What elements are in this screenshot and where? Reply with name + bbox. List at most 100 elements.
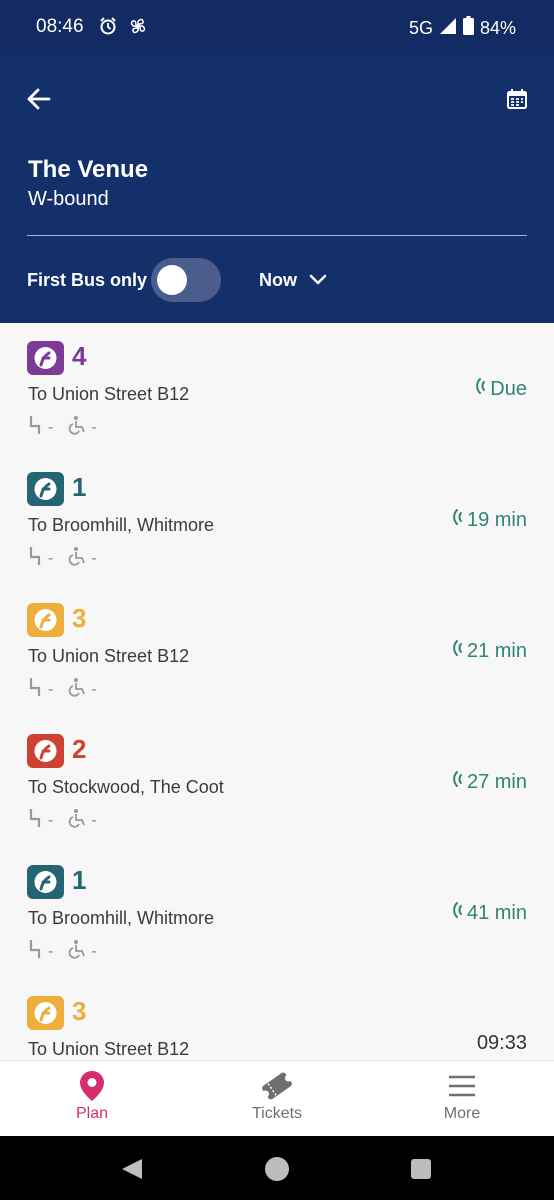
eta-text: 19 min	[466, 508, 527, 531]
amenities: --	[28, 415, 97, 440]
route-destination: To Stockwood, The Coot	[28, 777, 224, 797]
system-home-icon[interactable]	[264, 1156, 290, 1187]
first-bus-only-toggle[interactable]	[151, 258, 221, 302]
live-tracking-icon	[451, 508, 463, 532]
departure-row[interactable]: 1 To Broomhill, Whitmore - -41 min	[0, 847, 554, 978]
departure-row[interactable]: 1 To Broomhill, Whitmore - -19 min	[0, 454, 554, 585]
route-number: 1	[72, 865, 87, 895]
departure-eta: 21 min	[451, 639, 527, 663]
wheelchair-icon	[67, 546, 87, 571]
calendar-icon	[506, 89, 528, 114]
system-recents-icon[interactable]	[410, 1158, 432, 1185]
operator-logo-icon	[27, 734, 64, 768]
operator-logo-icon	[27, 603, 64, 637]
bottom-navigation: Plan Tickets More	[0, 1060, 554, 1136]
route-number: 1	[72, 472, 87, 502]
amenities: --	[28, 546, 97, 571]
toggle-knob	[157, 265, 187, 295]
nav-plan-label: Plan	[75, 1105, 109, 1122]
menu-icon	[448, 1074, 476, 1103]
time-selector-value: Now	[259, 270, 297, 290]
status-time: 08:46	[36, 16, 84, 37]
seat-icon	[28, 808, 44, 833]
amenities: --	[28, 677, 97, 702]
seat-availability: -	[48, 680, 54, 698]
network-label: 5G	[408, 17, 433, 38]
map-pin-icon	[79, 1070, 105, 1107]
departure-row[interactable]: 3To Union Street B12--09:33	[0, 978, 554, 1060]
nav-more-label: More	[443, 1105, 481, 1122]
alarm-icon	[98, 16, 118, 41]
route-destination: To Broomhill, Whitmore	[28, 908, 215, 928]
route-destination: To Broomhill, Whitmore	[28, 515, 215, 535]
departures-list[interactable]: 4 To Union Street B12- - Due 1 To Broomhill, …	[0, 323, 554, 1060]
ticket-icon	[259, 1070, 295, 1107]
fan-icon	[128, 16, 148, 41]
stop-direction: W-bound	[28, 188, 109, 210]
nav-tickets[interactable]: Tickets	[217, 1071, 337, 1123]
departure-eta: Due	[474, 377, 527, 401]
seat-availability: -	[48, 549, 54, 567]
wheelchair-availability: -	[91, 942, 97, 960]
wheelchair-availability: -	[91, 418, 97, 436]
battery-level: 84%	[479, 17, 516, 38]
route-number: 3	[72, 996, 87, 1026]
live-tracking-icon	[451, 639, 463, 663]
seat-icon	[28, 677, 44, 702]
signal-icon	[439, 17, 457, 40]
stop-name: The Venue	[28, 156, 149, 183]
live-tracking-icon	[451, 901, 463, 925]
arrow-back-icon	[24, 88, 54, 118]
nav-more[interactable]: More	[402, 1071, 522, 1123]
nav-plan[interactable]: Plan	[32, 1070, 152, 1123]
seat-icon	[28, 415, 44, 440]
route-destination: To Union Street B12	[28, 384, 190, 404]
departure-eta: 19 min	[451, 508, 527, 532]
operator-logo-icon	[27, 996, 64, 1030]
eta-text: 09:33	[476, 1032, 527, 1054]
wheelchair-icon	[67, 677, 87, 702]
seat-icon	[28, 939, 44, 964]
operator-logo-icon	[27, 341, 64, 375]
departure-row[interactable]: 4 To Union Street B12- - Due	[0, 323, 554, 454]
route-number: 3	[72, 603, 87, 633]
route-number: 2	[72, 734, 87, 764]
wheelchair-availability: -	[91, 680, 97, 698]
battery-icon	[462, 16, 474, 40]
departure-row[interactable]: 2 To Stockwood, The Coot - - 27 min	[0, 716, 554, 847]
amenities: --	[28, 808, 97, 833]
seat-icon	[28, 546, 44, 571]
live-tracking-icon	[451, 770, 463, 794]
wheelchair-availability: -	[91, 549, 97, 567]
first-bus-only-label: First Bus only	[27, 270, 148, 290]
seat-availability: -	[48, 418, 54, 436]
departure-eta: 09:33	[477, 1032, 527, 1055]
wheelchair-icon	[67, 415, 87, 440]
eta-text: 27 min	[466, 770, 527, 793]
route-number: 4	[72, 341, 87, 371]
seat-availability: -	[48, 942, 54, 960]
stop-header: The Venue W-bound First Bus only Now	[0, 56, 554, 323]
eta-text: 41 min	[466, 901, 527, 924]
eta-text: 21 min	[466, 639, 527, 662]
time-selector[interactable]: Now	[259, 270, 327, 291]
route-destination: To Union Street B12	[28, 1039, 190, 1059]
operator-logo-icon	[27, 472, 64, 506]
nav-tickets-label: Tickets	[251, 1105, 303, 1122]
operator-logo-icon	[27, 865, 64, 899]
system-back-icon[interactable]	[120, 1157, 144, 1186]
status-bar: 08:46 5G 84%	[0, 0, 554, 56]
calendar-button[interactable]	[506, 88, 528, 110]
eta-text: Due	[490, 377, 527, 400]
departure-eta: 41 min	[451, 901, 527, 925]
live-tracking-icon	[474, 377, 486, 401]
wheelchair-availability: -	[91, 811, 97, 829]
amenities: --	[28, 939, 97, 964]
chevron-down-icon	[309, 270, 327, 291]
system-navigation-bar	[0, 1136, 554, 1200]
header-divider	[27, 235, 527, 236]
wheelchair-icon	[67, 808, 87, 833]
departure-row[interactable]: 3 To Union Street B12- -21 min	[0, 585, 554, 716]
wheelchair-icon	[67, 939, 87, 964]
back-button[interactable]	[24, 84, 54, 114]
